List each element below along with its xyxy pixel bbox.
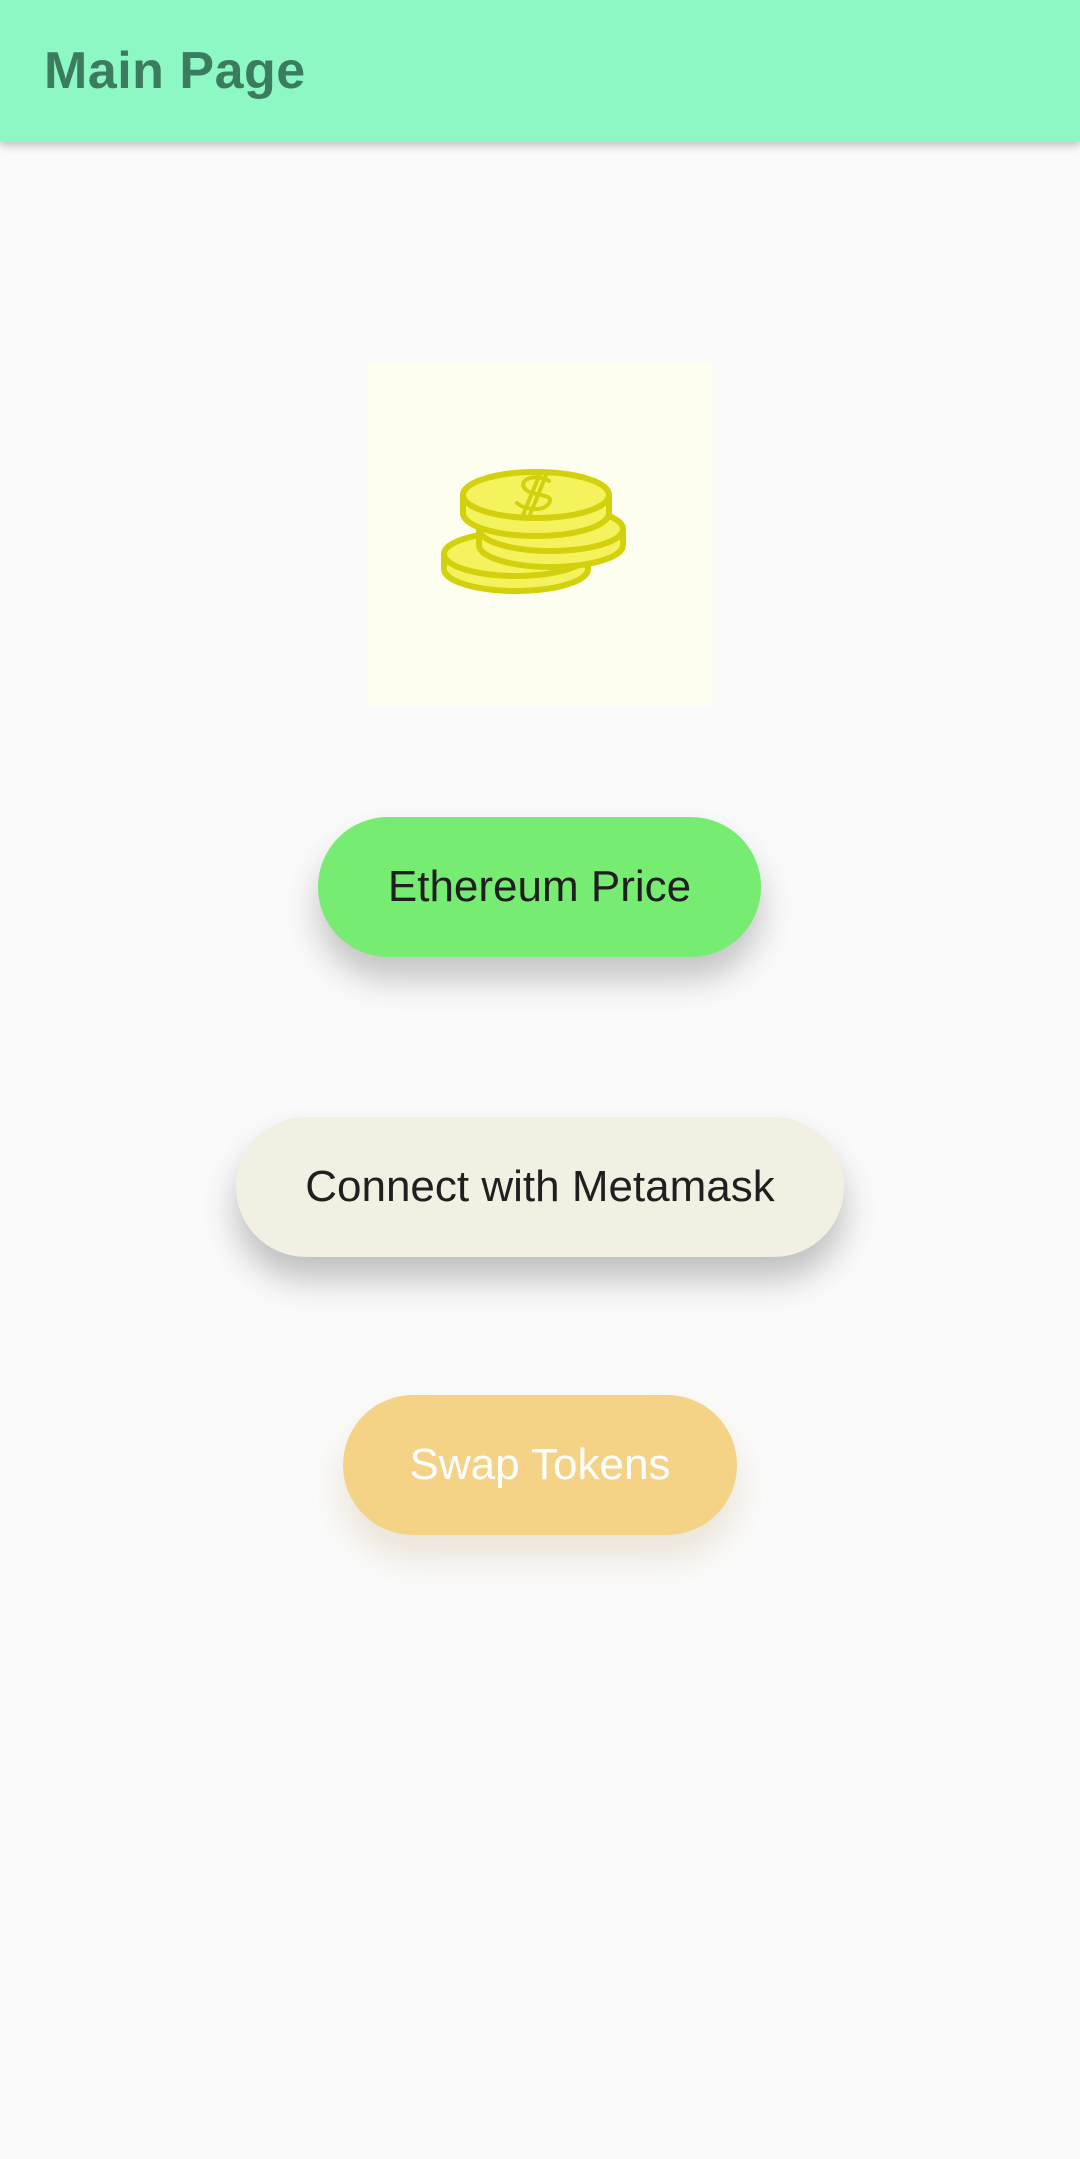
ethereum-price-button[interactable]: Ethereum Price bbox=[318, 817, 761, 957]
coins-logo bbox=[367, 362, 711, 706]
page-title: Main Page bbox=[44, 42, 306, 100]
swap-tokens-label: Swap Tokens bbox=[409, 1440, 671, 1489]
connect-metamask-button[interactable]: Connect with Metamask bbox=[236, 1117, 844, 1257]
coins-stack-icon bbox=[441, 469, 626, 594]
swap-tokens-button[interactable]: Swap Tokens bbox=[343, 1395, 737, 1535]
connect-metamask-label: Connect with Metamask bbox=[305, 1162, 775, 1211]
ethereum-price-label: Ethereum Price bbox=[387, 862, 692, 911]
app-bar: Main Page bbox=[0, 0, 1080, 142]
